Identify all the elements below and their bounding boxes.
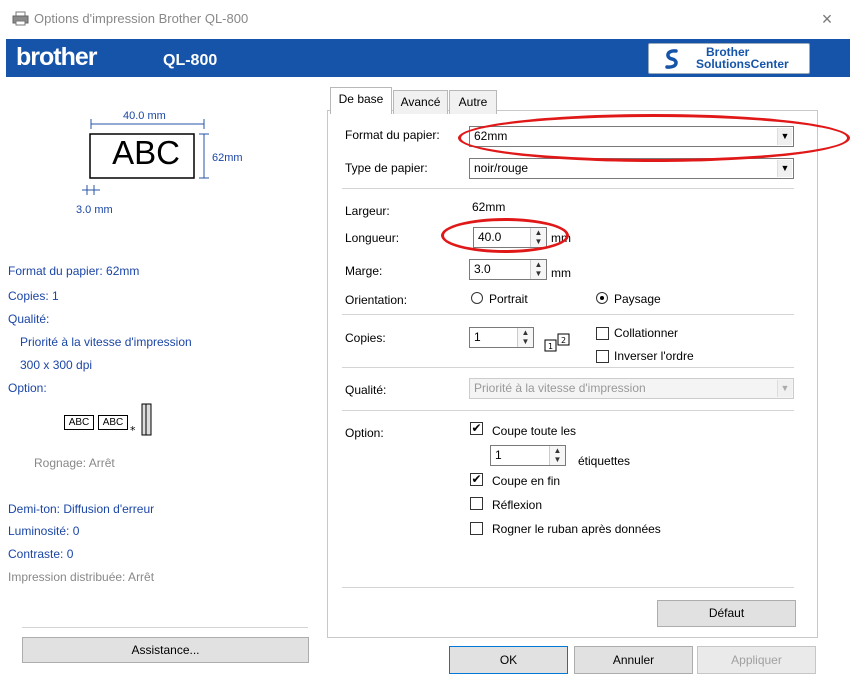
close-button[interactable]: ×: [815, 8, 839, 30]
margin-value: 3.0: [474, 262, 491, 276]
tab-basic[interactable]: De base: [330, 87, 392, 114]
chevron-down-icon: ▼: [777, 160, 792, 177]
margin-unit: mm: [551, 266, 571, 280]
annotation-ellipse-length: [441, 218, 569, 253]
printer-icon: [12, 11, 29, 26]
tab-advanced[interactable]: Avancé: [393, 90, 448, 114]
preview-margin-label: 3.0 mm: [76, 204, 113, 216]
cut-count-input[interactable]: 1 ▲ ▼: [490, 445, 566, 466]
svg-text:1: 1: [548, 342, 553, 351]
quality-label: Qualité:: [345, 383, 387, 397]
spinner-arrows-icon[interactable]: ▲ ▼: [530, 260, 546, 279]
reverse-order-checkbox[interactable]: [596, 350, 609, 363]
collate-icon: 1 2: [544, 333, 570, 352]
orientation-label: Orientation:: [345, 293, 408, 307]
svg-text:*: *: [130, 424, 136, 437]
labels-unit: étiquettes: [578, 454, 631, 468]
summary-dpi: 300 x 300 dpi: [20, 358, 93, 372]
tab-other[interactable]: Autre: [449, 90, 497, 114]
landscape-radio[interactable]: [596, 292, 608, 304]
solutions-center-icon: [665, 49, 678, 69]
spinner-arrows-icon[interactable]: ▲ ▼: [549, 446, 565, 465]
divider: [342, 410, 794, 411]
cancel-button[interactable]: Annuler: [574, 646, 693, 674]
mirror-label: Réflexion: [492, 498, 543, 512]
collate-checkbox[interactable]: [596, 327, 609, 340]
copies-label: Copies:: [345, 331, 386, 345]
summary-halftone: Demi-ton: Diffusion d'erreur: [8, 502, 155, 516]
default-button[interactable]: Défaut: [657, 600, 796, 627]
annotation-ellipse-format: [458, 114, 850, 162]
divider: [342, 367, 794, 368]
summary-distributed: Impression distribuée: Arrêt: [8, 570, 155, 584]
copies-value: 1: [474, 330, 481, 344]
summary-quality-label: Qualité:: [8, 312, 50, 326]
brother-logo: brother: [16, 43, 97, 71]
width-value: 62mm: [472, 200, 506, 214]
summary-format: Format du papier: 62mm: [8, 264, 140, 278]
cut-end-label: Coupe en fin: [492, 474, 561, 488]
preview-sample-text: ABC: [112, 134, 180, 171]
copies-input[interactable]: 1 ▲ ▼: [469, 327, 534, 348]
quality-value: Priorité à la vitesse d'impression: [474, 381, 646, 395]
solutions-center-label: Brother SolutionsCenter: [696, 45, 789, 71]
margin-label: Marge:: [345, 264, 383, 278]
divider: [342, 188, 794, 189]
preview-width-label: 40.0 mm: [123, 110, 166, 122]
reverse-order-label: Inverser l'ordre: [614, 349, 694, 363]
apply-button[interactable]: Appliquer: [697, 646, 816, 674]
summary-brightness: Luminosité: 0: [8, 524, 80, 538]
option-sample-2: ABC: [98, 415, 128, 430]
paper-type-label: Type de papier:: [345, 161, 428, 175]
assistance-button[interactable]: Assistance...: [22, 637, 309, 663]
summary-option-label: Option:: [8, 381, 47, 395]
cutter-icon: *: [130, 403, 152, 437]
tab-panel: [327, 110, 818, 638]
length-label: Longueur:: [345, 231, 400, 245]
trim-tape-label: Rogner le ruban après données: [492, 522, 661, 536]
cut-count-value: 1: [495, 448, 502, 462]
window-title: Options d'impression Brother QL-800: [34, 11, 249, 26]
cut-every-label: Coupe toute les: [492, 424, 577, 438]
cut-end-checkbox[interactable]: ✔: [470, 473, 483, 486]
mirror-checkbox[interactable]: [470, 497, 483, 510]
portrait-radio[interactable]: [471, 292, 483, 304]
summary-quality-value: Priorité à la vitesse d'impression: [20, 335, 192, 349]
summary-contrast: Contraste: 0: [8, 547, 74, 561]
summary-copies: Copies: 1: [8, 289, 59, 303]
divider: [22, 627, 308, 628]
portrait-label: Portrait: [489, 292, 528, 306]
collate-label: Collationner: [614, 326, 679, 340]
paper-type-value: noir/rouge: [474, 161, 529, 175]
summary-trim: Rognage: Arrêt: [34, 456, 115, 470]
printer-model: QL-800: [163, 52, 218, 69]
trim-tape-checkbox[interactable]: [470, 522, 483, 535]
divider: [342, 587, 794, 588]
divider: [342, 314, 794, 315]
cut-every-checkbox[interactable]: ✔: [470, 422, 483, 435]
svg-text:2: 2: [561, 336, 566, 345]
margin-input[interactable]: 3.0 ▲ ▼: [469, 259, 547, 280]
ok-button[interactable]: OK: [449, 646, 568, 674]
quality-select[interactable]: Priorité à la vitesse d'impression ▼: [469, 378, 794, 399]
paper-format-label: Format du papier:: [345, 128, 440, 142]
chevron-down-icon: ▼: [777, 380, 792, 397]
width-label: Largeur:: [345, 204, 390, 218]
spinner-arrows-icon[interactable]: ▲ ▼: [517, 328, 533, 347]
preview-height-label: 62mm: [212, 152, 243, 164]
landscape-label: Paysage: [614, 292, 661, 306]
option-sample-1: ABC: [64, 415, 94, 430]
option-label: Option:: [345, 426, 384, 440]
